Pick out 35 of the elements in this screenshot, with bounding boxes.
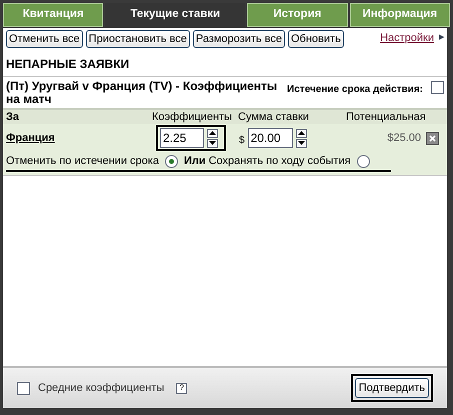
payout-amount: $25.00 — [387, 130, 421, 146]
remove-icon[interactable] — [426, 132, 439, 144]
column-header: Сумма ставки — [238, 110, 310, 124]
expiry-label: Истечение срока действия: — [287, 83, 423, 97]
or-label: Или — [184, 154, 206, 169]
tab[interactable]: Текущие ставки — [105, 3, 246, 27]
radio-button[interactable] — [356, 154, 370, 168]
column-header: За — [6, 110, 20, 124]
toolbar-button[interactable]: Отменить все — [6, 30, 83, 48]
column-header: Потенциальная — [346, 110, 426, 124]
help-icon[interactable]: ? — [176, 382, 188, 394]
column-header: Коэффициенты — [152, 110, 233, 124]
expiry-checkbox[interactable] — [431, 81, 444, 94]
stake-field[interactable]: 20.00 — [248, 128, 293, 148]
down-arrow-icon — [298, 141, 305, 145]
average-odds-checkbox[interactable] — [17, 382, 30, 394]
up-arrow-icon — [209, 131, 216, 135]
confirm-button[interactable]: Подтвердить — [354, 378, 429, 398]
option-label: Отменить по истечении срока — [6, 154, 159, 169]
radio-button[interactable] — [164, 154, 178, 168]
settings-link[interactable]: Настройки — [380, 30, 434, 47]
event-title: (Пт) Уругвай v Франция (TV) - Коэффициенты на матч — [6, 80, 278, 106]
toolbar-button[interactable]: Обновить — [288, 30, 344, 48]
down-arrow-icon — [209, 141, 216, 145]
odds-spinner[interactable] — [207, 128, 218, 148]
selection-name: Франция — [6, 130, 56, 146]
stake-spinner[interactable] — [296, 128, 307, 148]
average-odds-label: Средние коэффициенты — [38, 380, 164, 396]
currency-symbol: $ — [239, 134, 245, 148]
odds-field[interactable]: 2.25 — [160, 128, 204, 148]
toolbar-button[interactable]: Приостановить все — [86, 30, 190, 48]
up-arrow-icon — [298, 131, 305, 135]
section-title: НЕПАРНЫЕ ЗАЯВКИ — [5, 56, 130, 73]
option-label: Сохранять по ходу события — [208, 154, 351, 169]
toolbar-button[interactable]: Разморозить все — [192, 30, 285, 48]
